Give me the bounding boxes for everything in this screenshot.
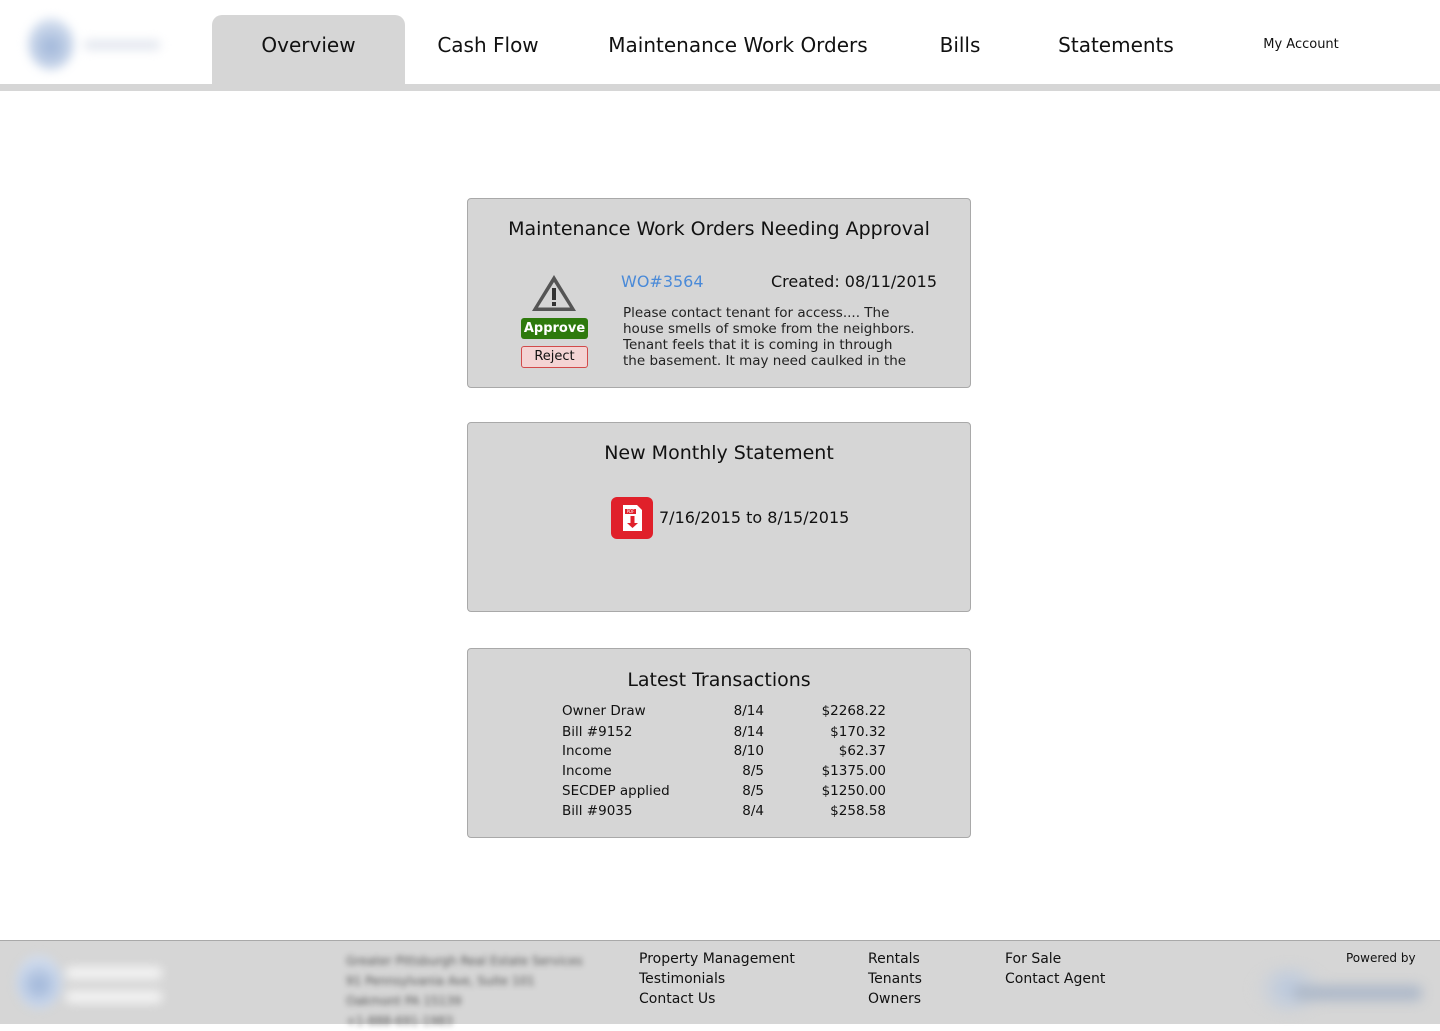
address-line: +1-888-691-1983	[346, 1014, 454, 1028]
address-line: 91 Pennsylvania Ave, Suite 101	[346, 974, 535, 988]
transaction-description: Income	[562, 763, 612, 779]
transaction-date: 8/4	[742, 803, 764, 819]
work-order-link[interactable]: WO#3564	[621, 272, 704, 291]
transaction-description: SECDEP applied	[562, 783, 670, 799]
powered-by-label: Powered by	[1346, 951, 1416, 965]
statement-date-range[interactable]: 7/16/2015 to 8/15/2015	[659, 508, 849, 527]
transactions-title: Latest Transactions	[627, 669, 811, 691]
transaction-description: Bill #9035	[562, 803, 633, 819]
transaction-date: 8/10	[733, 743, 764, 759]
transaction-row: SECDEP applied 8/5 $1250.00	[562, 783, 892, 803]
transaction-description: Income	[562, 743, 612, 759]
footer-link-owners[interactable]: Owners	[868, 991, 921, 1007]
footer-address: Greater Pittsburgh Real Estate Services …	[346, 951, 606, 1031]
transaction-row: Bill #9152 8/14 $170.32	[562, 724, 892, 744]
tab-bills[interactable]: Bills	[920, 15, 1000, 84]
transaction-date: 8/5	[742, 763, 764, 779]
transaction-date: 8/14	[733, 724, 764, 740]
transaction-amount: $2268.22	[821, 703, 886, 719]
transaction-amount: $258.58	[830, 803, 886, 819]
footer-link-testimonials[interactable]: Testimonials	[639, 971, 725, 987]
footer-link-for-sale[interactable]: For Sale	[1005, 951, 1061, 967]
address-line: Greater Pittsburgh Real Estate Services	[346, 954, 583, 968]
tab-statements[interactable]: Statements	[1045, 15, 1187, 84]
work-order-description: Please contact tenant for access.... The…	[623, 305, 915, 369]
svg-text:PDF: PDF	[627, 509, 635, 514]
transaction-amount: $170.32	[830, 724, 886, 740]
footer-link-rentals[interactable]: Rentals	[868, 951, 920, 967]
reject-button[interactable]: Reject	[521, 346, 588, 368]
transaction-row: Income 8/10 $62.37	[562, 743, 892, 763]
transaction-date: 8/14	[733, 703, 764, 719]
footer-link-tenants[interactable]: Tenants	[868, 971, 922, 987]
tab-maintenance-work-orders[interactable]: Maintenance Work Orders	[604, 15, 872, 84]
footer-link-contact-us[interactable]: Contact Us	[639, 991, 715, 1007]
tab-cash-flow[interactable]: Cash Flow	[418, 15, 558, 84]
statement-title: New Monthly Statement	[604, 442, 834, 464]
transaction-description: Owner Draw	[562, 703, 646, 719]
work-orders-title: Maintenance Work Orders Needing Approval	[508, 218, 930, 240]
site-footer: Greater Pittsburgh Real Estate Services …	[0, 940, 1440, 1028]
transaction-row: Owner Draw 8/14 $2268.22	[562, 703, 892, 723]
transaction-amount: $62.37	[838, 743, 886, 759]
tab-overview[interactable]: Overview	[212, 15, 405, 84]
top-nav-bar: Overview Cash Flow Maintenance Work Orde…	[0, 0, 1440, 84]
nav-divider	[0, 84, 1440, 91]
address-line: Oakmont PA 15139	[346, 994, 462, 1008]
powered-by-logo[interactable]	[1254, 967, 1426, 1015]
company-logo[interactable]	[18, 12, 168, 74]
warning-triangle-icon	[532, 275, 576, 311]
footer-logo[interactable]	[6, 949, 168, 1015]
work-order-created-date: Created: 08/11/2015	[771, 272, 938, 291]
approve-button[interactable]: Approve	[521, 318, 588, 339]
transaction-amount: $1250.00	[821, 783, 886, 799]
my-account-link[interactable]: My Account	[1236, 15, 1366, 75]
transaction-description: Bill #9152	[562, 724, 633, 740]
pdf-download-icon[interactable]: PDF	[611, 497, 653, 539]
transaction-row: Income 8/5 $1375.00	[562, 763, 892, 783]
footer-link-property-management[interactable]: Property Management	[639, 951, 795, 967]
transaction-amount: $1375.00	[821, 763, 886, 779]
transaction-row: Bill #9035 8/4 $258.58	[562, 803, 892, 823]
transaction-date: 8/5	[742, 783, 764, 799]
footer-link-contact-agent[interactable]: Contact Agent	[1005, 971, 1105, 987]
